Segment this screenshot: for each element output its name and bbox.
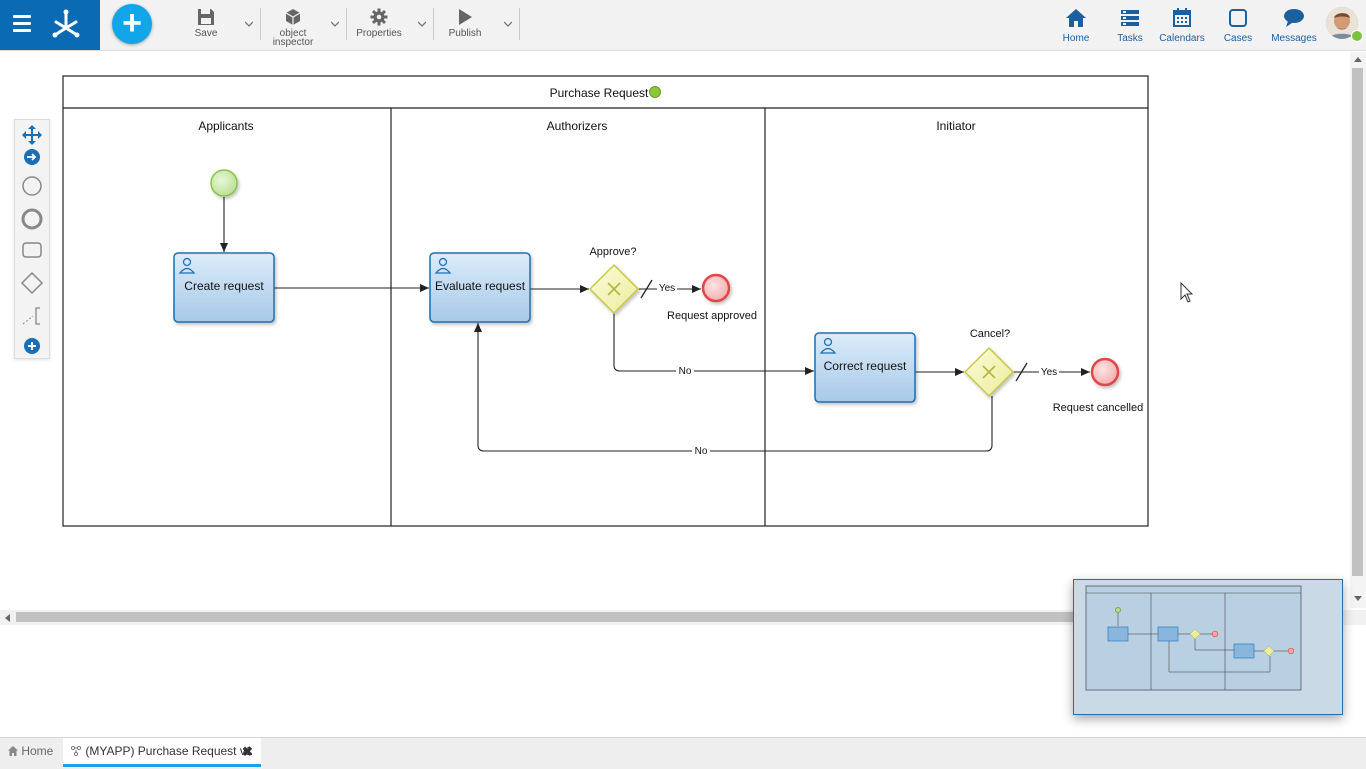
task-correct-request[interactable]: Correct request [814, 332, 916, 403]
end-event-approved[interactable] [701, 273, 731, 303]
task-label: Evaluate request [435, 279, 526, 293]
lane-applicants[interactable]: Applicants [198, 119, 253, 133]
scroll-up-icon[interactable] [1354, 56, 1362, 62]
end-event-approved-label: Request approved [667, 310, 757, 322]
process-icon [70, 745, 82, 757]
home-icon [8, 746, 18, 756]
end-event-cancelled[interactable] [1090, 357, 1120, 387]
scroll-left-icon[interactable] [4, 614, 10, 622]
tab-home[interactable]: Home [8, 738, 53, 767]
tab-home-label: Home [21, 744, 54, 758]
pool-status-icon [649, 86, 661, 98]
gateway-cancel-label: Cancel? [970, 328, 1010, 340]
tab-purchase-request[interactable]: (MYAPP) Purchase Request v1 ✖ [63, 738, 261, 767]
bottom-tab-bar: Home (MYAPP) Purchase Request v1 ✖ [0, 737, 1366, 769]
minimap-preview [1085, 585, 1302, 691]
flow-label-no-approve: No [679, 366, 692, 377]
lane-initiator[interactable]: Initiator [936, 119, 975, 133]
start-event[interactable] [210, 169, 238, 197]
flow-label-yes-approve: Yes [659, 283, 675, 294]
flow-label-yes-cancel: Yes [1041, 367, 1057, 378]
bpmn-diagram: Purchase Request Applicants Authorizers … [62, 75, 1194, 527]
task-evaluate-request[interactable]: Evaluate request [429, 252, 531, 323]
task-create-request[interactable]: Create request [173, 252, 275, 323]
mouse-cursor-icon [1180, 281, 1194, 303]
scroll-down-icon[interactable] [1354, 596, 1362, 602]
end-event-cancelled-label: Request cancelled [1053, 402, 1144, 414]
vertical-scrollbar[interactable] [1350, 52, 1366, 608]
pool-title: Purchase Request [550, 86, 649, 100]
close-tab-icon[interactable]: ✖ [242, 738, 253, 765]
vertical-scroll-thumb[interactable] [1352, 68, 1363, 576]
gateway-approve-label: Approve? [589, 246, 636, 258]
task-label: Correct request [824, 359, 907, 373]
task-label: Create request [184, 279, 264, 293]
flow-label-no-cancel: No [695, 446, 708, 457]
horizontal-scroll-thumb[interactable] [16, 612, 1076, 622]
lane-authorizers[interactable]: Authorizers [547, 119, 608, 133]
tab-purchase-request-label: (MYAPP) Purchase Request v1 [85, 744, 253, 758]
diagram-minimap[interactable] [1073, 579, 1343, 715]
